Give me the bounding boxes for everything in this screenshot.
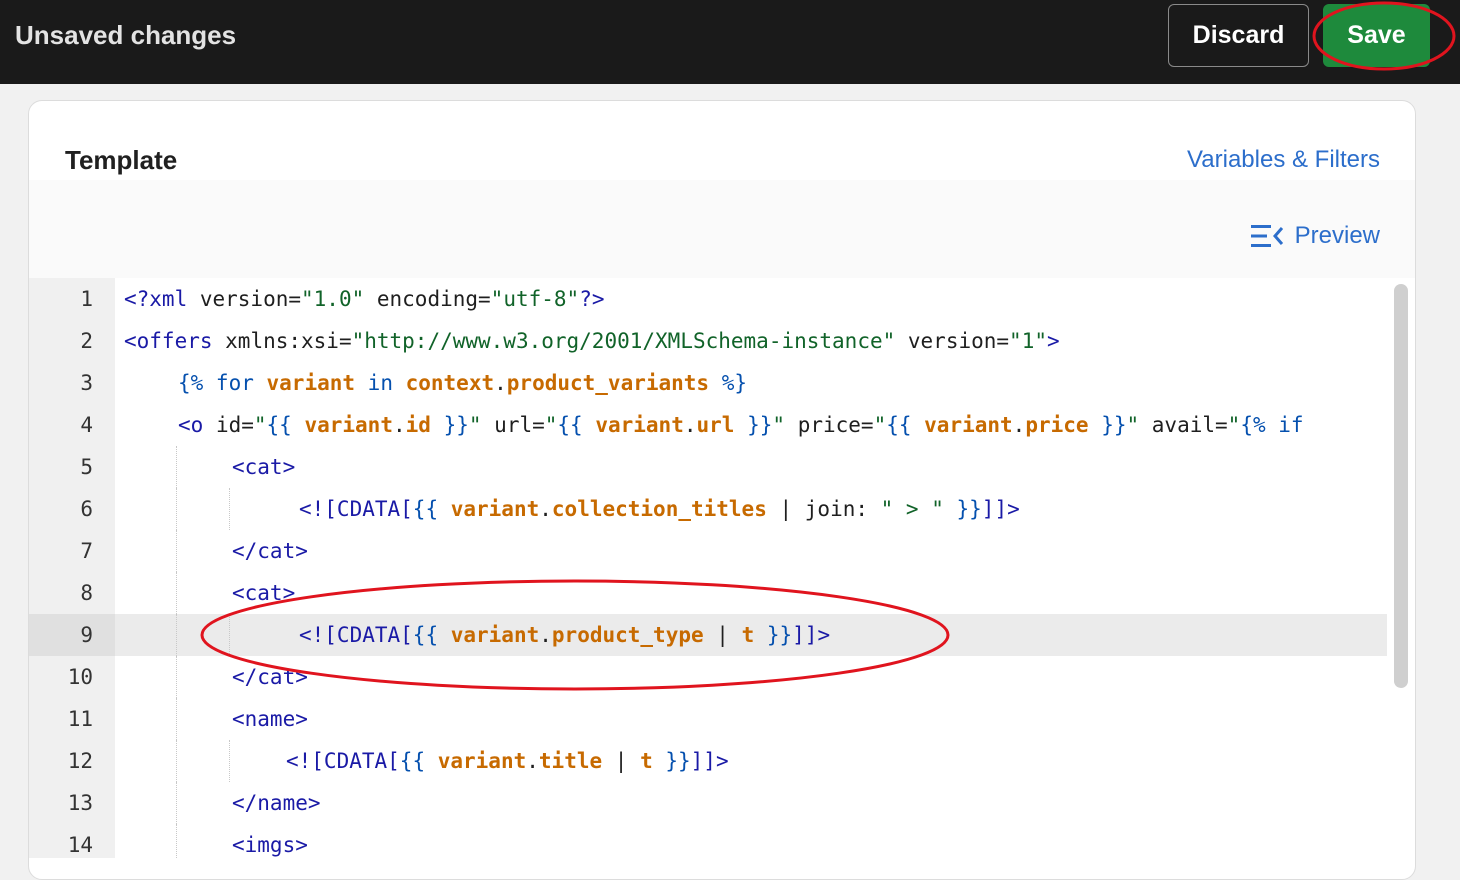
preview-button[interactable]: Preview	[1250, 222, 1380, 250]
page-status-title: Unsaved changes	[15, 20, 237, 50]
code-line[interactable]: 3 {% for variant in context.product_varia…	[29, 362, 1387, 404]
code-line[interactable]: 4 <o id="{{ variant.id }}" url="{{ varian…	[29, 404, 1387, 446]
collapse-lines-icon	[1250, 225, 1283, 247]
preview-label: Preview	[1294, 222, 1380, 249]
code-text: </cat>	[232, 665, 308, 689]
indent-guide	[229, 488, 230, 530]
code-line[interactable]: 10 </cat>	[29, 656, 1387, 698]
code-text: {% for variant in context.product_varian…	[178, 371, 748, 395]
editor-scrollbar[interactable]	[1394, 284, 1408, 688]
indent-guide	[176, 656, 177, 698]
line-number: 13	[67, 791, 93, 815]
line-number: 14	[67, 833, 93, 857]
indent-guide	[176, 740, 177, 782]
indent-guide	[229, 614, 230, 656]
code-line[interactable]: 8 <cat>	[29, 572, 1387, 614]
code-text: <cat>	[232, 581, 296, 605]
code-editor[interactable]: 1 <?xml version="1.0" encoding="utf-8"?> 2…	[29, 278, 1415, 858]
line-number: 12	[67, 749, 93, 773]
indent-guide	[176, 530, 177, 572]
indent-guide	[176, 446, 177, 488]
line-number: 3	[80, 371, 93, 395]
top-bar: Unsaved changes Discard Save	[0, 0, 1460, 84]
code-text: <![CDATA[{{ variant.title | t }}]]>	[286, 749, 729, 773]
code-text: <imgs>	[232, 833, 308, 857]
code-line[interactable]: 14 <imgs>	[29, 824, 1387, 858]
indent-guide	[176, 572, 177, 614]
line-number: 2	[80, 329, 93, 353]
code-text: <![CDATA[{{ variant.collection_titles | …	[299, 497, 1020, 521]
discard-button[interactable]: Discard	[1168, 4, 1309, 67]
code-text: </name>	[232, 791, 321, 815]
code-text: <name>	[232, 707, 308, 731]
code-line[interactable]: 7 </cat>	[29, 530, 1387, 572]
indent-guide	[229, 740, 230, 782]
line-number: 10	[67, 665, 93, 689]
indent-guide	[176, 698, 177, 740]
line-number: 7	[80, 539, 93, 563]
indent-guide	[176, 782, 177, 824]
code-line[interactable]: 13 </name>	[29, 782, 1387, 824]
code-line[interactable]: 11 <name>	[29, 698, 1387, 740]
code-line[interactable]: 1 <?xml version="1.0" encoding="utf-8"?>	[29, 278, 1387, 320]
line-number: 4	[80, 413, 93, 437]
line-number: 5	[80, 455, 93, 479]
line-number: 11	[67, 707, 93, 731]
code-line[interactable]: 6 <![CDATA[{{ variant.collection_titles |…	[29, 488, 1387, 530]
indent-guide	[176, 488, 177, 530]
code-text: <o id="{{ variant.id }}" url="{{ variant…	[178, 413, 1304, 437]
code-line[interactable]: 9 <![CDATA[{{ variant.product_type | t }}…	[29, 614, 1387, 656]
code-text: <offers xmlns:xsi="http://www.w3.org/200…	[124, 329, 1060, 353]
code-text: <![CDATA[{{ variant.product_type | t }}]…	[299, 623, 831, 647]
code-text: <?xml version="1.0" encoding="utf-8"?>	[124, 287, 605, 311]
code-text: <cat>	[232, 455, 296, 479]
code-line[interactable]: 12 <![CDATA[{{ variant.title | t }}]]>	[29, 740, 1387, 782]
card-title: Template	[65, 145, 178, 175]
line-number: 9	[29, 614, 115, 656]
variables-filters-link[interactable]: Variables & Filters	[1187, 146, 1380, 174]
line-number: 1	[80, 287, 93, 311]
indent-guide	[176, 614, 177, 656]
line-number: 8	[80, 581, 93, 605]
code-text: </cat>	[232, 539, 308, 563]
code-line[interactable]: 5 <cat>	[29, 446, 1387, 488]
save-button[interactable]: Save	[1323, 4, 1430, 67]
indent-guide	[176, 824, 177, 858]
line-number: 6	[80, 497, 93, 521]
code-line[interactable]: 2 <offers xmlns:xsi="http://www.w3.org/20…	[29, 320, 1387, 362]
